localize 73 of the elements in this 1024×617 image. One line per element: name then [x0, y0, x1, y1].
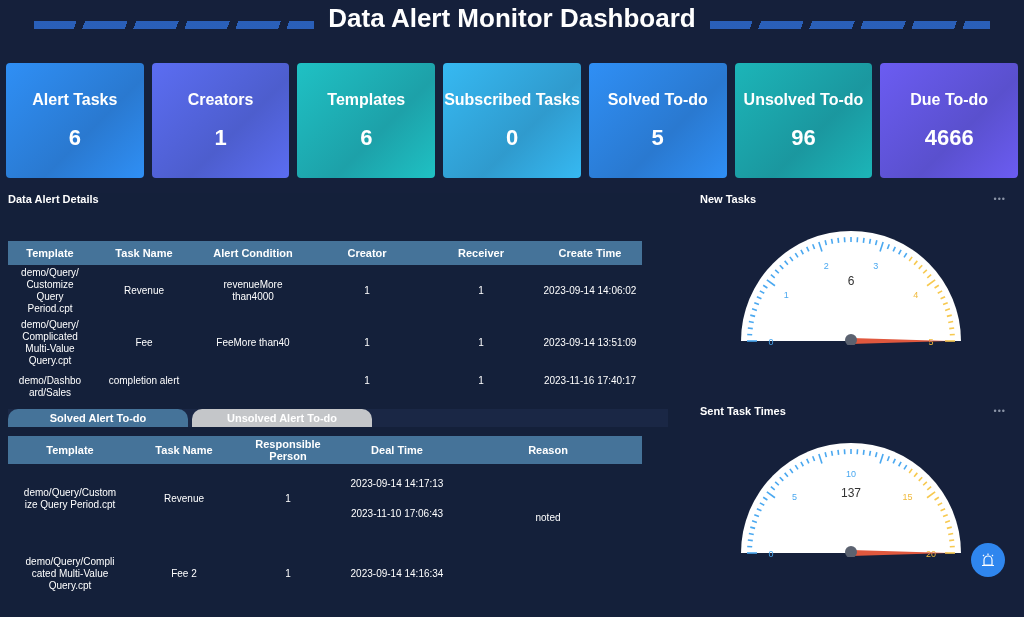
table-cell: 1	[364, 285, 370, 297]
column-header: Task Name	[132, 436, 236, 464]
more-menu[interactable]: •••	[993, 194, 1006, 204]
table-cell: 1	[364, 375, 370, 387]
stat-value: 6	[360, 124, 373, 151]
gauge-value: 6	[847, 274, 855, 288]
alarm-icon	[981, 553, 995, 567]
table-cell-text: 2023-11-10 17:06:43	[349, 508, 445, 520]
table-cell-text: 2023-09-14 14:17:13	[349, 478, 445, 490]
gauge-tick-label: 3	[873, 260, 879, 271]
more-menu[interactable]: •••	[993, 406, 1006, 416]
stat-value: 6	[68, 124, 81, 151]
stat-label: Subscribed Tasks	[444, 90, 580, 109]
gauge-tick-label: 0	[768, 337, 774, 345]
tab[interactable]: Solved Alert To-do	[8, 409, 188, 427]
column-header: Receiver	[424, 241, 538, 265]
table-cell: 2023-09-14 14:06:02	[543, 285, 637, 297]
table-cell: 1	[285, 493, 291, 505]
table-cell: 2023-11-16 17:40:17	[543, 375, 637, 387]
table-cell: 1	[364, 337, 370, 349]
column-header: Create Time	[538, 241, 642, 265]
stat-label: Alert Tasks	[32, 90, 118, 109]
table-cell: 1	[478, 285, 484, 297]
table-cell-text: demo/Query/Compli cated Multi-Value Query.cpt	[24, 556, 116, 592]
stat-value: 0	[505, 124, 519, 151]
table-cell-text: 2023-09-14 14:16:34	[349, 568, 445, 580]
column-header: Reason	[454, 436, 642, 464]
table-cell: 1	[478, 375, 484, 387]
stat-label: Unsolved To-do	[743, 90, 864, 109]
stat-label: Templates	[327, 90, 406, 109]
alarm-button[interactable]	[971, 543, 1005, 577]
table-cell-text: demo/Query/ Complicated Multi-Value Query.cpt	[20, 319, 80, 367]
table-cell: FeeMore than40	[215, 337, 291, 349]
table-cell: 1	[478, 337, 484, 349]
table-cell: Fee	[135, 337, 153, 349]
column-header: Responsible Person	[236, 436, 340, 464]
column-header: Template	[8, 241, 92, 265]
column-header: Task Name	[92, 241, 196, 265]
gauge-tick-label: 15	[902, 492, 913, 503]
gauge-tick-label: 1	[783, 290, 789, 300]
panel-title: New Tasks	[700, 193, 757, 205]
gauge-tick-label: 4	[913, 290, 919, 300]
gauge-tick-label: 10	[846, 469, 856, 479]
table-cell: completion alert	[108, 375, 180, 387]
table-cell: Revenue	[164, 493, 204, 505]
gauge-tick-label: 5	[791, 492, 797, 503]
table-cell-text: demo/Query/Custom ize Query Period.cpt	[22, 487, 118, 511]
gauge-tick-label: 2	[823, 260, 829, 271]
stat-value: 96	[791, 124, 816, 151]
dashboard-title: Data Alert Monitor Dashboard	[328, 2, 696, 34]
stat-value: 1	[214, 124, 227, 151]
stat-label: Due To-do	[910, 90, 989, 109]
gauge-tick-label: 5	[928, 337, 934, 345]
gauge-tick-label: 0	[768, 549, 774, 557]
table-cell: noted	[535, 512, 561, 524]
stat-label: Solved To-do	[607, 90, 708, 109]
column-header: Creator	[310, 241, 424, 265]
table-cell: demo/Dashbo ard/Sales	[17, 375, 83, 399]
panel-title: Data Alert Details	[8, 193, 100, 207]
column-header: Template	[8, 436, 132, 464]
table-cell: Fee 2	[171, 568, 197, 580]
column-header: Deal Time	[340, 436, 454, 464]
stat-label: Creators	[187, 90, 254, 109]
stat-value: 5	[651, 124, 664, 151]
table-cell-text: demo/Query/ Customize Query Period.cpt	[20, 267, 80, 315]
stat-value: 4666	[924, 124, 974, 151]
column-header: Alert Condition	[196, 241, 310, 265]
table-cell-text: revenueMore than4000	[222, 279, 284, 303]
panel-title: Sent Task Times	[700, 405, 786, 417]
table-cell: Revenue	[124, 285, 164, 297]
gauge-value: 137	[841, 486, 861, 500]
table-cell: 1	[285, 568, 291, 580]
table-cell: 2023-09-14 13:51:09	[543, 337, 637, 349]
